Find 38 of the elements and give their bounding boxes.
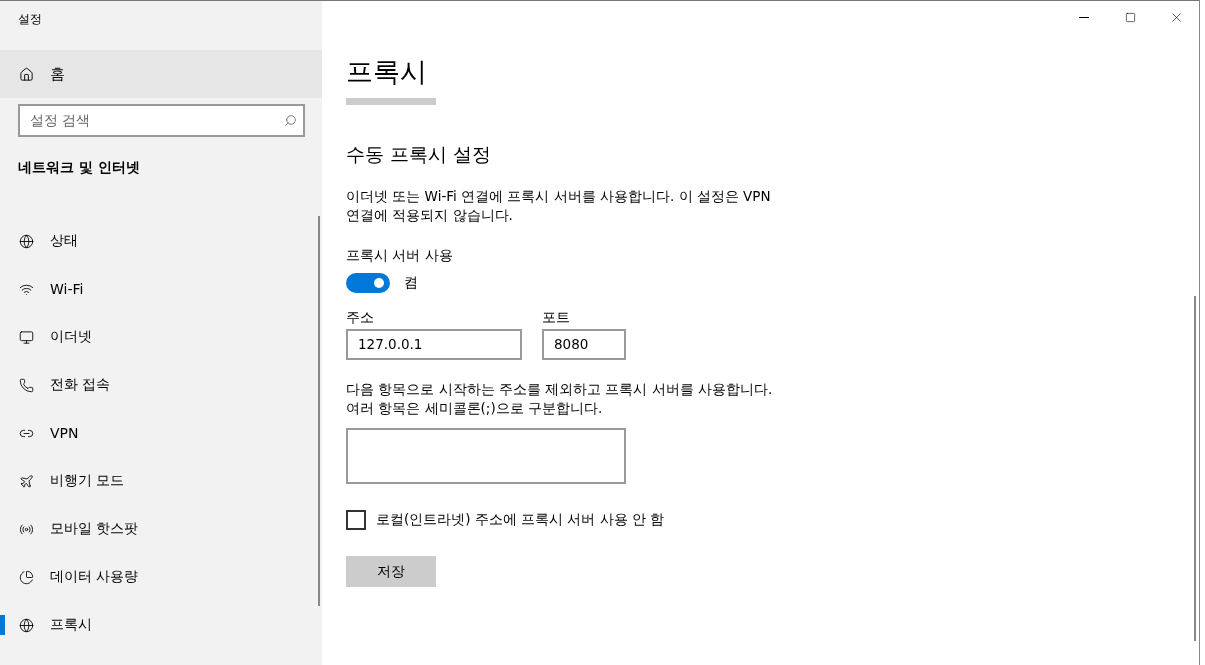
exceptions-field[interactable]: [346, 428, 626, 484]
minimize-icon: [1079, 17, 1089, 18]
sidebar-item[interactable]: 데이터 사용량: [0, 553, 322, 601]
sidebar-item[interactable]: 상태: [0, 217, 322, 265]
sidebar-item[interactable]: VPN: [0, 409, 322, 457]
description-text: 이더넷 또는 Wi-Fi 연결에 프록시 서버를 사용합니다. 이 설정은 VPN 연결에 적용되지 않습니다.: [346, 187, 772, 225]
checkbox[interactable]: [346, 510, 366, 530]
port-field[interactable]: 8080: [542, 329, 626, 360]
wifi-icon: [19, 281, 34, 297]
sidebar-item[interactable]: 비행기 모드: [0, 457, 322, 505]
address-field[interactable]: 127.0.0.1: [346, 329, 522, 360]
globe-icon: [19, 233, 34, 249]
search-icon: [284, 114, 297, 127]
toggle-state-label: 켬: [404, 274, 418, 292]
exceptions-description: 다음 항목으로 시작하는 주소를 제외하고 프록시 서버를 사용합니다. 여러 항목은 세미콜론(;)으로 구분합니다.: [346, 380, 774, 418]
save-button[interactable]: 저장: [346, 556, 436, 587]
sidebar-item[interactable]: 전화 접속: [0, 361, 322, 409]
page-title: 프록시: [346, 55, 427, 89]
address-label: 주소: [346, 309, 375, 327]
proxy-toggle[interactable]: [346, 273, 390, 293]
home-item[interactable]: 홈: [0, 50, 322, 98]
monitor-icon: [19, 329, 34, 345]
search-field[interactable]: 설정 검색: [18, 104, 305, 137]
port-label: 포트: [542, 309, 571, 327]
maximize-icon: [1124, 12, 1136, 23]
airplane-icon: [19, 473, 34, 489]
sidebar-item[interactable]: 이더넷: [0, 313, 322, 361]
section-title: 네트워크 및 인터넷: [18, 159, 140, 175]
globe-icon: [19, 617, 34, 633]
checkbox-label: 로컬(인트라넷) 주소에 프록시 서버 사용 안 함: [376, 511, 665, 529]
sidebar-item[interactable]: Wi-Fi: [0, 265, 322, 313]
phone-icon: [19, 377, 34, 393]
sidebar-item[interactable]: 모바일 핫스팟: [0, 505, 322, 553]
toggle-label: 프록시 서버 사용: [346, 247, 453, 265]
window-title: 설정: [18, 12, 42, 26]
section-heading: 수동 프록시 설정: [346, 142, 492, 167]
pie-chart-icon: [19, 569, 34, 585]
home-icon: [19, 66, 34, 82]
